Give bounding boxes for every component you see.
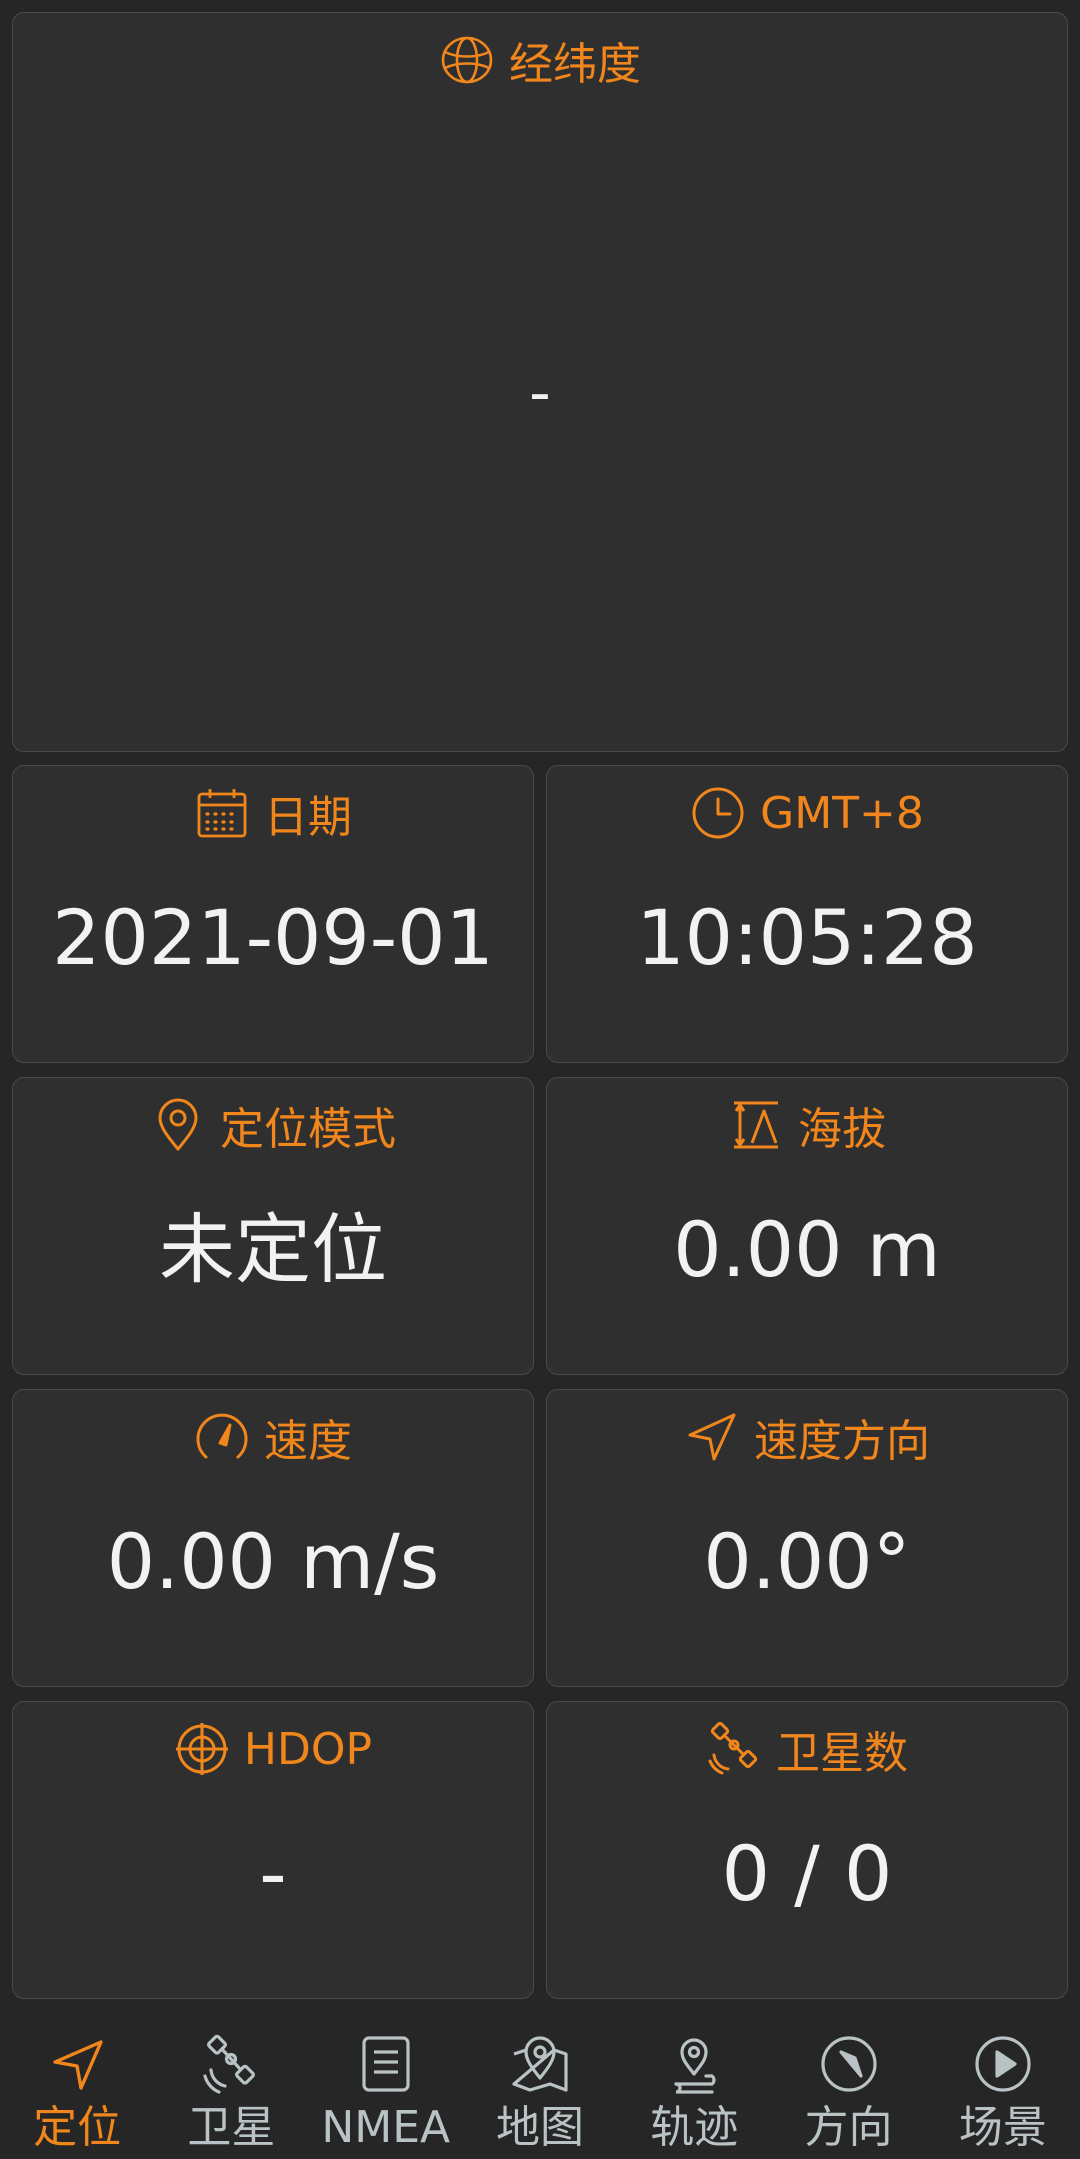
speed-title: 速度	[264, 1416, 352, 1467]
crosshair-icon	[175, 1723, 228, 1775]
nav-item-label: 定位	[33, 2102, 122, 2153]
compass-icon	[820, 2036, 877, 2092]
speed-header: 速度	[13, 1402, 533, 1472]
bottom-navigation: 定位 卫星 NMEA 地图 轨迹 方向 场景	[0, 2010, 1080, 2159]
nav-item-label: 轨迹	[650, 2102, 739, 2153]
speedometer-icon	[196, 1413, 248, 1459]
bearing-header: 速度方向	[547, 1402, 1067, 1472]
calendar-icon	[197, 789, 247, 838]
location-pin-icon	[158, 1098, 198, 1151]
nav-item-label: 卫星	[187, 2102, 276, 2153]
altitude-icon	[734, 1101, 778, 1149]
play-icon	[975, 2036, 1031, 2092]
time-value: 10:05:28	[636, 893, 978, 982]
lat-lon-value: -	[529, 358, 551, 428]
hdop-value: -	[259, 1829, 287, 1918]
nav-item-map[interactable]: 地图	[463, 2010, 617, 2159]
satellites-header: 卫星数	[547, 1714, 1067, 1784]
clock-icon	[692, 787, 744, 839]
nav-item-compass[interactable]: 方向	[771, 2010, 925, 2159]
nav-item-scene[interactable]: 场景	[926, 2010, 1080, 2159]
nav-item-nmea[interactable]: NMEA	[309, 2010, 463, 2159]
gps-status-screen: 经纬度 - 日期 2021-09-01 GMT+8 10:05:28 定位模式 …	[0, 0, 1080, 2159]
satellites-title: 卫星数	[776, 1728, 908, 1779]
date-title: 日期	[264, 792, 352, 843]
bearing-value: 0.00°	[703, 1517, 911, 1606]
altitude-value: 0.00 m	[673, 1205, 941, 1294]
nav-item-location[interactable]: 定位	[0, 2010, 154, 2159]
satellites-value: 0 / 0	[721, 1829, 893, 1918]
date-value: 2021-09-01	[52, 893, 494, 982]
satellite-icon	[203, 2034, 256, 2094]
altitude-title: 海拔	[798, 1104, 886, 1155]
satellite-icon	[708, 1721, 758, 1775]
altitude-card: 海拔 0.00 m	[546, 1077, 1068, 1375]
nav-item-label: 场景	[958, 2102, 1047, 2153]
nav-item-label: 方向	[804, 2102, 893, 2153]
nav-item-label: 地图	[495, 2102, 584, 2153]
altitude-header: 海拔	[547, 1090, 1067, 1160]
hdop-card: HDOP -	[12, 1701, 534, 1999]
speed-card: 速度 0.00 m/s	[12, 1389, 534, 1687]
lat-lon-card: 经纬度 -	[12, 12, 1068, 752]
document-icon	[362, 2036, 410, 2092]
speed-value: 0.00 m/s	[106, 1517, 440, 1606]
fix-mode-title: 定位模式	[220, 1104, 396, 1155]
nav-item-satellites[interactable]: 卫星	[154, 2010, 308, 2159]
map-pin-icon	[512, 2036, 568, 2092]
lat-lon-header: 经纬度	[13, 25, 1067, 95]
fix-mode-card: 定位模式 未定位	[12, 1077, 534, 1375]
navigation-arrow-icon	[53, 2040, 103, 2090]
date-card: 日期 2021-09-01	[12, 765, 534, 1063]
hdop-title: HDOP	[243, 1723, 373, 1775]
fix-mode-value: 未定位	[159, 1205, 387, 1294]
satellites-card: 卫星数 0 / 0	[546, 1701, 1068, 1999]
nav-item-label: NMEA	[321, 2102, 451, 2153]
globe-icon	[441, 36, 493, 84]
track-pin-icon	[674, 2038, 716, 2094]
time-card: GMT+8 10:05:28	[546, 765, 1068, 1063]
fix-mode-header: 定位模式	[13, 1090, 533, 1160]
time-header: GMT+8	[547, 778, 1067, 848]
hdop-header: HDOP	[13, 1714, 533, 1784]
bearing-title: 速度方向	[754, 1416, 930, 1467]
date-header: 日期	[13, 778, 533, 848]
nav-item-track[interactable]: 轨迹	[617, 2010, 771, 2159]
time-title: GMT+8	[760, 787, 924, 839]
bearing-card: 速度方向 0.00°	[546, 1389, 1068, 1687]
lat-lon-title: 经纬度	[509, 39, 641, 90]
navigation-arrow-icon	[688, 1413, 736, 1461]
